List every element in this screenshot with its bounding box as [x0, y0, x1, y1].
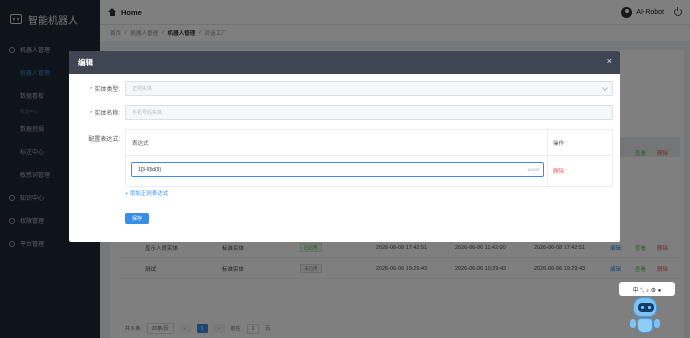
entity-type-select[interactable]: 正则实体: [125, 81, 613, 96]
config-label: 配置表达式:: [88, 137, 120, 143]
dialog-title: 编辑: [78, 58, 93, 67]
entity-type-label-text: 实体类型:: [94, 87, 120, 93]
edit-dialog: 编辑 × * 实体类型: 正则实体 * 实体名称: 手机号码实体 配置表达式: 表达…: [69, 51, 620, 242]
dialog-header: 编辑: [69, 51, 620, 74]
entity-name-label-text: 实体名称:: [94, 111, 120, 117]
robot-arm: [630, 319, 636, 328]
robot-head: [633, 297, 657, 317]
expression-table-header: 表达式 操作: [126, 130, 612, 156]
expression-value: 1[3-9]\d{9}: [138, 166, 162, 173]
entity-name-input[interactable]: 手机号码实体: [125, 105, 613, 120]
expression-row: 1[3-9]\d{9} 11/100 删除: [126, 156, 612, 186]
add-expression-link[interactable]: + 添加正则表达式: [125, 189, 168, 197]
close-icon[interactable]: ×: [607, 56, 612, 66]
robot-body: [637, 318, 653, 333]
entity-name-value: 手机号码实体: [132, 110, 163, 116]
chevron-down-icon: [602, 85, 608, 91]
expression-table: 表达式 操作 1[3-9]\d{9} 11/100 删除: [125, 129, 613, 187]
robot-arm: [654, 319, 660, 328]
assistant-toolbar[interactable]: 中 °, ♪ ⚙ ●: [619, 282, 675, 296]
entity-type-value: 正则实体: [132, 86, 153, 92]
robot-assistant-icon[interactable]: [628, 297, 662, 338]
col-operation: 操作: [553, 140, 565, 147]
entity-name-label: * 实体名称:: [89, 111, 120, 117]
entity-type-row: * 实体类型: 正则实体: [69, 81, 620, 96]
char-count: 11/100: [527, 167, 539, 172]
expression-input[interactable]: 1[3-9]\d{9} 11/100: [131, 162, 544, 177]
save-button[interactable]: 保存: [125, 213, 149, 224]
entity-type-label: * 实体类型:: [89, 87, 120, 93]
delete-expression-button[interactable]: 删除: [553, 167, 564, 175]
entity-name-row: * 实体名称: 手机号码实体: [69, 105, 620, 120]
col-expression: 表达式: [132, 140, 149, 147]
